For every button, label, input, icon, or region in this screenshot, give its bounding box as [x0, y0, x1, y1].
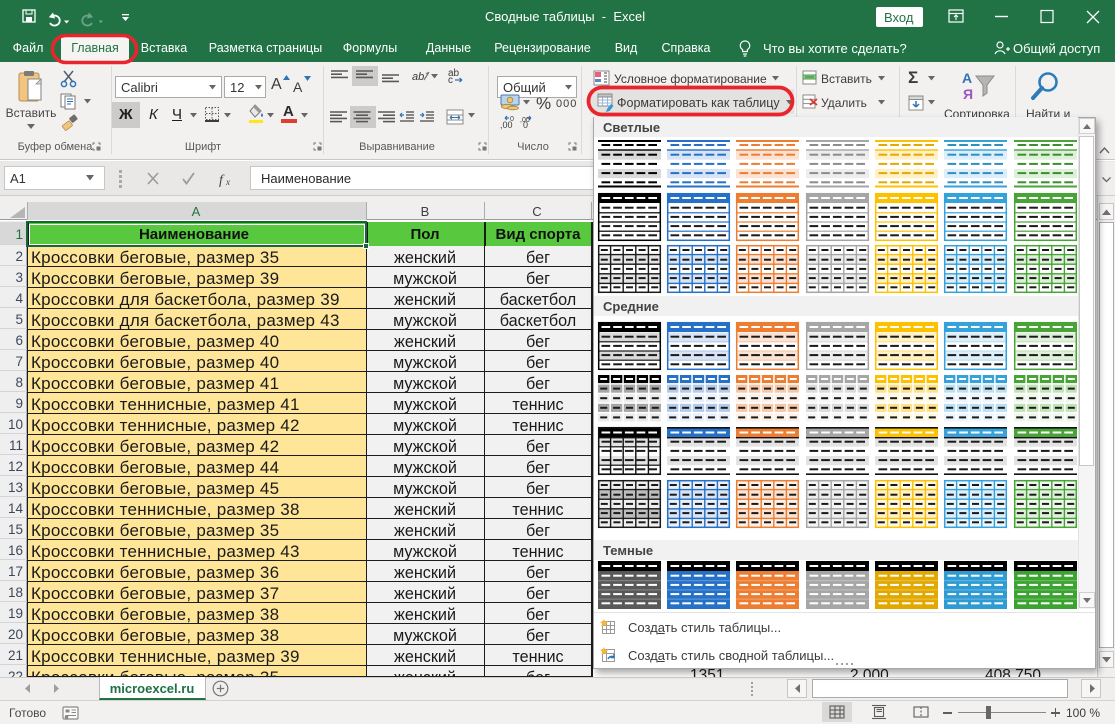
svg-text:f: f [219, 173, 225, 188]
svg-text:c: c [448, 75, 453, 86]
svg-text:0: 0 [523, 120, 528, 130]
svg-text:0: 0 [510, 116, 514, 123]
svg-text:x: x [225, 177, 230, 187]
svg-text:ab: ab [412, 71, 424, 83]
